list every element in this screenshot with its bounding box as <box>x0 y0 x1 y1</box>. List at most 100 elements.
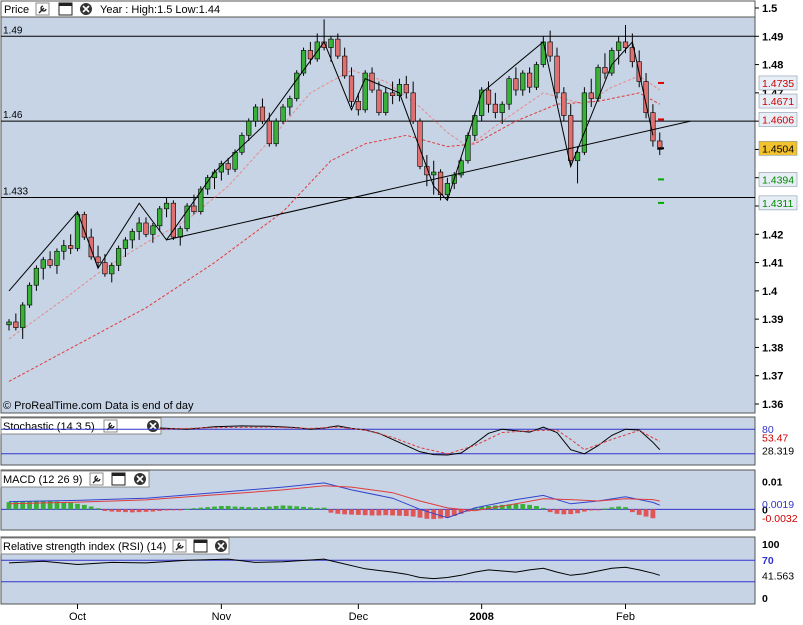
macd-histogram-bar <box>13 501 19 510</box>
macd-histogram-bar <box>177 509 183 511</box>
price-level-label: 1.4606 <box>762 114 794 126</box>
price-level-label: 1.4504 <box>762 143 794 155</box>
candle-body <box>307 50 314 60</box>
macd-value-label: -0.0032 <box>762 513 798 525</box>
candle-body <box>102 262 108 275</box>
candle-body <box>561 92 567 116</box>
candle-body <box>485 89 492 105</box>
macd-histogram-bar <box>397 509 402 516</box>
macd-histogram-bar <box>383 509 389 516</box>
candle-body <box>13 321 19 328</box>
wrench-icon[interactable] <box>89 472 104 486</box>
candle-body <box>383 92 389 113</box>
candle-body <box>581 92 587 153</box>
candle-body <box>389 92 396 96</box>
candle-body <box>198 188 204 212</box>
candle-body <box>499 103 505 113</box>
macd-histogram-bar <box>164 509 169 511</box>
candle-body <box>335 38 341 57</box>
candle-body <box>403 84 409 94</box>
macd-histogram-bar <box>260 507 265 510</box>
macd-histogram-bar <box>212 506 217 510</box>
candle-body <box>68 245 74 249</box>
macd-histogram-bar <box>81 504 87 510</box>
candle-body <box>314 41 320 60</box>
horizontal-level-label: 1.433 <box>3 187 28 198</box>
macd-histogram-bar <box>143 509 149 512</box>
close-icon[interactable] <box>134 473 146 485</box>
candle-body <box>431 171 437 176</box>
candle-body <box>616 41 622 51</box>
window-icon[interactable] <box>193 539 208 553</box>
candle-body <box>376 89 382 113</box>
candle-body <box>533 64 540 88</box>
macd-histogram-bar <box>602 508 608 510</box>
close-icon[interactable] <box>215 540 227 552</box>
candle-body <box>150 225 156 235</box>
macd-histogram-bar <box>27 501 32 510</box>
macd-histogram-bar <box>88 506 94 510</box>
macd-histogram-bar <box>650 509 656 519</box>
candle-body <box>33 267 39 286</box>
y-tick-label: 1.48 <box>762 60 783 72</box>
candle-body <box>95 256 101 263</box>
candle-body <box>266 120 272 145</box>
price-plot-area <box>0 16 756 414</box>
y-tick-label: 1.49 <box>762 31 783 43</box>
wrench-icon[interactable] <box>172 539 187 553</box>
close-icon[interactable] <box>147 420 159 432</box>
macd-histogram-bar <box>61 502 67 510</box>
candle-body <box>61 245 67 252</box>
x-tick-label: Feb <box>616 611 635 622</box>
close-icon[interactable] <box>80 3 92 15</box>
y-tick-label: 1.36 <box>762 399 783 411</box>
macd-histogram-bar <box>75 503 80 510</box>
macd-title: MACD (12 26 9) <box>3 474 82 486</box>
candle-body <box>40 259 46 269</box>
macd-histogram-bar <box>34 501 39 510</box>
rsi-y-tick-label: 100 <box>762 539 780 551</box>
macd-histogram-bar <box>6 502 12 510</box>
macd-histogram-bar <box>109 509 115 512</box>
macd-histogram-bar <box>205 507 211 510</box>
candle-body <box>465 134 471 162</box>
macd-histogram-bar <box>554 509 560 514</box>
macd-panel: MACD (12 26 9) 0.0100.0019-0.0032 <box>0 469 798 531</box>
macd-histogram-bar <box>390 509 395 516</box>
wrench-icon[interactable] <box>103 419 118 433</box>
macd-histogram-bar <box>40 500 46 510</box>
trading-chart: Price Year : High:1.5 Low:1.44 1.49 1.46 1… <box>0 0 803 623</box>
window-icon[interactable] <box>111 472 126 486</box>
macd-histogram-bar <box>308 507 313 510</box>
macd-histogram-bar <box>547 509 553 513</box>
macd-histogram-bar <box>273 506 279 510</box>
macd-histogram-bar <box>561 509 567 515</box>
macd-histogram-bar <box>314 507 320 510</box>
candle-body <box>163 202 170 210</box>
window-icon[interactable] <box>58 2 73 16</box>
candle-body <box>26 284 33 306</box>
horizontal-level-label: 1.49 <box>3 25 23 36</box>
macd-histogram-bar <box>417 509 423 518</box>
macd-histogram-bar <box>410 509 416 517</box>
candle-body <box>157 208 163 227</box>
candle-body <box>136 222 142 232</box>
y-tick-label: 1.37 <box>762 371 783 383</box>
wrench-icon[interactable] <box>35 2 50 16</box>
stochastic-value-label: 28.319 <box>762 445 794 457</box>
stochastic-value-label: 53.47 <box>762 432 788 444</box>
stochastic-title: Stochastic (14 3 5) <box>3 421 95 433</box>
candle-body <box>239 134 245 153</box>
macd-histogram-bar <box>184 508 190 510</box>
x-tick-label: Oct <box>69 611 86 622</box>
macd-histogram-bar <box>218 506 224 510</box>
candle-body <box>273 120 279 145</box>
candle-body <box>342 55 348 77</box>
stochastic-panel: Stochastic (14 3 5) 8053.4728.319 <box>0 416 794 466</box>
macd-histogram-bar <box>588 509 594 511</box>
x-tick-label: Dec <box>349 611 369 622</box>
macd-histogram-bar <box>280 505 286 510</box>
macd-histogram-bar <box>623 507 628 510</box>
macd-histogram-bar <box>321 507 327 510</box>
candle-body <box>328 38 334 48</box>
